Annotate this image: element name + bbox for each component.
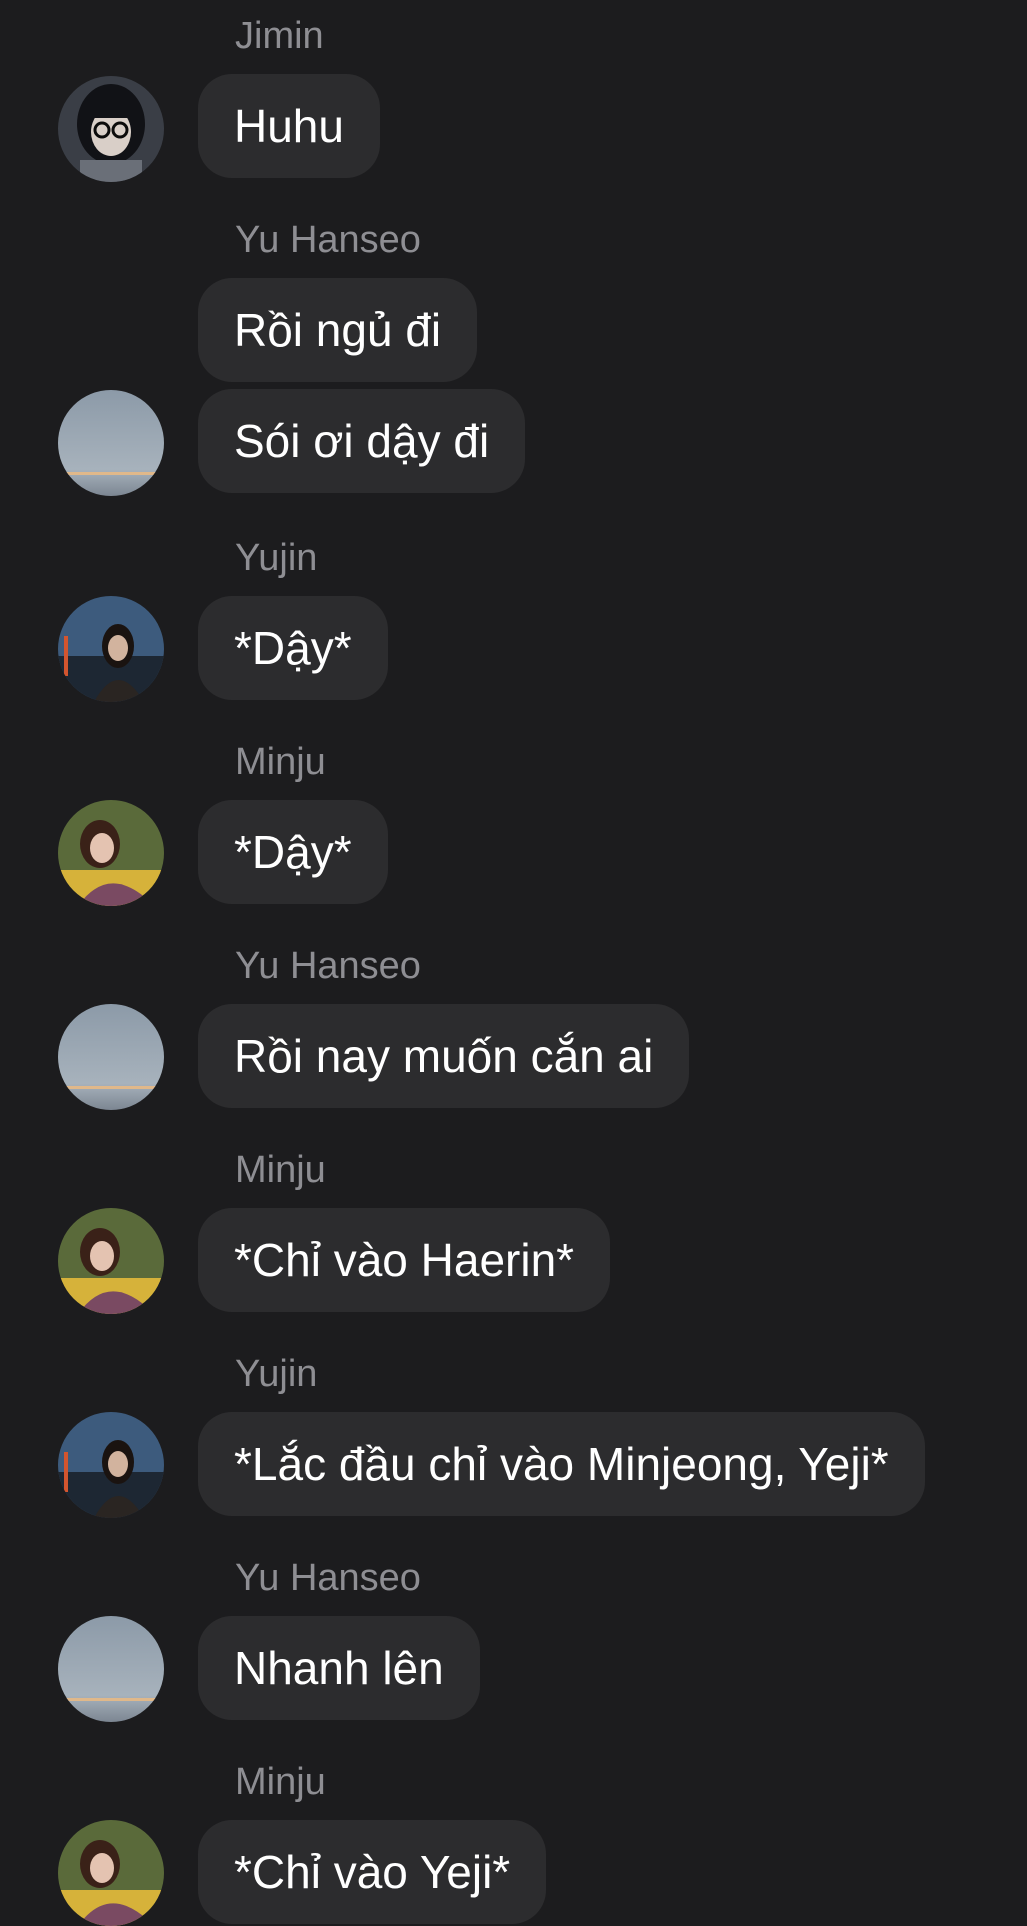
sender-name: Minju [235,1761,326,1803]
avatar-yujin[interactable] [58,1412,164,1518]
message-bubble[interactable]: *Dậy* [198,596,388,700]
avatar-jimin[interactable] [58,76,164,182]
sender-name: Yu Hanseo [235,1557,421,1599]
sender-name: Minju [235,741,326,783]
avatar-minju[interactable] [58,1820,164,1926]
sender-name: Jimin [235,15,324,57]
avatar-yu-hanseo[interactable] [58,1616,164,1722]
message-bubble[interactable]: Huhu [198,74,380,178]
message-bubble[interactable]: *Dậy* [198,800,388,904]
sender-name: Yujin [235,537,318,579]
message-bubble[interactable]: Nhanh lên [198,1616,480,1720]
avatar-minju[interactable] [58,800,164,906]
message-bubble[interactable]: *Chỉ vào Yeji* [198,1820,547,1924]
message-bubble[interactable]: Sói ơi dậy đi [198,389,526,493]
sender-name: Yu Hanseo [235,219,421,261]
sender-name: Yu Hanseo [235,945,421,987]
avatar-minju[interactable] [58,1208,164,1314]
message-bubble[interactable]: Rồi ngủ đi [198,278,478,382]
sender-name: Yujin [235,1353,318,1395]
message-bubble[interactable]: Rồi nay muốn cắn ai [198,1004,690,1108]
chat-thread[interactable]: Jimin Huhu Yu Hanseo Rồi ngủ đi Sói ơi d… [0,0,1027,1926]
message-bubble[interactable]: *Lắc đầu chỉ vào Minjeong, Yeji* [198,1412,925,1516]
sender-name: Minju [235,1149,326,1191]
avatar-yu-hanseo[interactable] [58,1004,164,1110]
message-bubble[interactable]: *Chỉ vào Haerin* [198,1208,611,1312]
avatar-yujin[interactable] [58,596,164,702]
avatar-yu-hanseo[interactable] [58,390,164,496]
